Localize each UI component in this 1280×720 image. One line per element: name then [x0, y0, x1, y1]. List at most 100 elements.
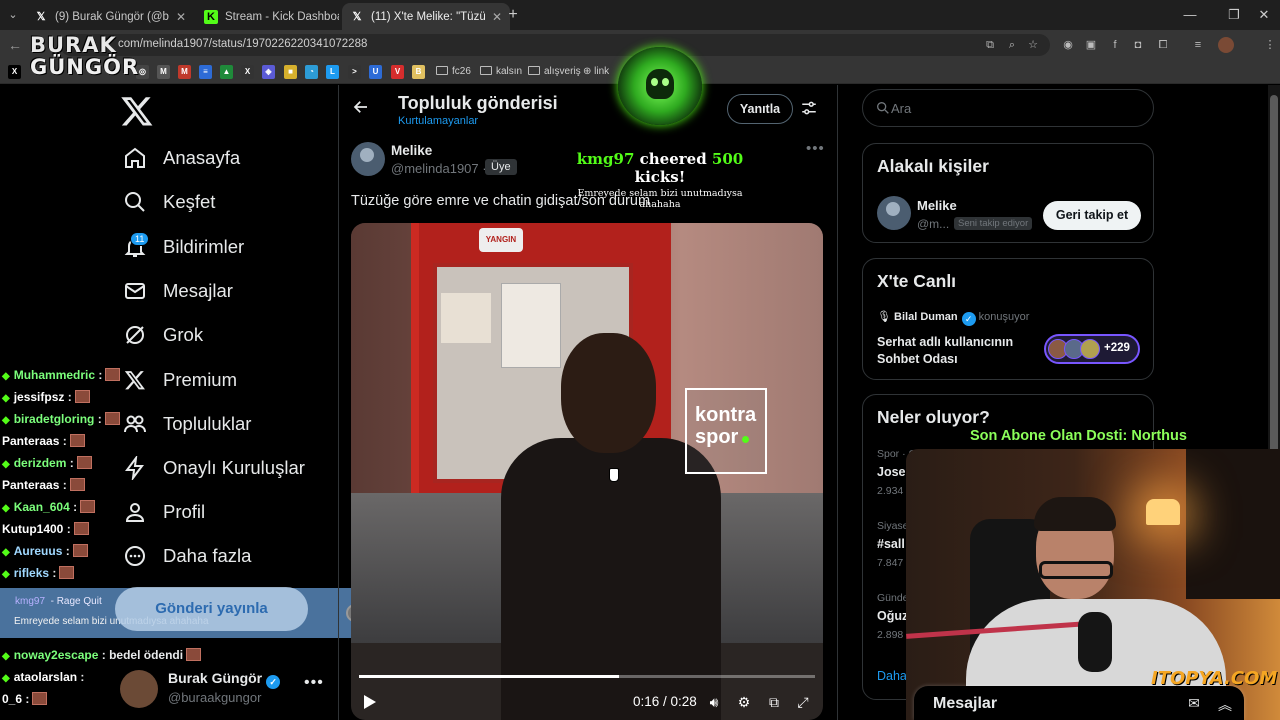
bookmark-star-icon[interactable]: ☆	[1025, 37, 1041, 53]
extension-image-icon[interactable]: ▣	[1083, 37, 1099, 53]
zoom-icon[interactable]: ⌕	[1004, 37, 1020, 53]
bookmark-arrow-icon[interactable]: >	[348, 65, 361, 79]
post-more-icon[interactable]: •••	[806, 140, 825, 157]
extensions-puzzle-icon[interactable]: ⧠	[1155, 37, 1171, 53]
post-author-avatar[interactable]	[351, 142, 385, 176]
community-link[interactable]: Kurtulamayanlar	[398, 115, 478, 127]
reply-button[interactable]: Yanıtla	[727, 94, 793, 124]
bookmark-x2-icon[interactable]: X	[241, 65, 254, 79]
search-box[interactable]: Ara	[862, 89, 1154, 127]
new-tab-button[interactable]: +	[504, 6, 522, 24]
install-app-icon[interactable]: ⧉	[982, 37, 998, 53]
post-author-handle[interactable]: @melinda1907	[391, 161, 479, 176]
bookmark-yellow-icon[interactable]: ■	[284, 65, 297, 79]
avatar[interactable]	[877, 196, 911, 230]
person-head	[561, 333, 656, 453]
verified-badge-icon: ✓	[961, 312, 976, 326]
close-tab-icon[interactable]: ✕	[176, 10, 186, 24]
trend-name[interactable]: Oğuz	[877, 609, 908, 623]
bookmark-v-icon[interactable]: V	[391, 65, 404, 79]
streamer-logo-overlay: BURAK GÜNGÖR	[30, 33, 138, 84]
nav-label: Premium	[163, 369, 238, 390]
bookmark-drive-icon[interactable]: ▲	[220, 65, 233, 79]
chat-user: Panteraas	[2, 478, 60, 492]
minimize-button[interactable]: —	[1172, 0, 1208, 30]
post-video-player[interactable]: YANGIN kontra spor 0:16 / 0:28 🔊︎ ⚙ ⧉ ⤢	[351, 223, 823, 720]
bookmark-u-icon[interactable]: U	[369, 65, 382, 79]
nav-profile[interactable]: Profil	[120, 492, 205, 532]
relevant-name[interactable]: Melike	[917, 198, 957, 213]
nav-verified-orgs[interactable]: Onaylı Kuruluşlar	[120, 448, 305, 488]
back-arrow-icon[interactable]	[352, 98, 370, 118]
close-tab-icon[interactable]: ✕	[492, 10, 502, 24]
chat-line: 0_6 :	[2, 690, 48, 708]
bookmark-folder-fc26[interactable]: fc26	[436, 65, 471, 79]
pip-icon[interactable]: ⧉	[765, 693, 783, 711]
chat-line: ◆ noway2escape : bedel ödendi	[2, 646, 202, 664]
tab-search-dropdown-icon[interactable]: ⌄	[4, 6, 22, 24]
bookmark-link[interactable]: ⊕ link	[583, 65, 609, 79]
messages-drawer[interactable]: Mesajlar ✉ ︽	[914, 686, 1244, 720]
listeners-pill[interactable]: +229	[1044, 334, 1140, 364]
live-space-title[interactable]: Serhat adlı kullanıcının Sohbet Odası	[877, 334, 1037, 368]
post-button[interactable]: Gönderi yayınla	[115, 587, 308, 631]
back-arrow-icon[interactable]: ←	[6, 36, 24, 54]
extension-font-icon[interactable]: f	[1107, 37, 1123, 53]
nav-explore[interactable]: Keşfet	[120, 182, 215, 222]
nav-grok[interactable]: Grok	[120, 315, 203, 355]
nav-messages[interactable]: Mesajlar	[120, 271, 233, 311]
nav-premium[interactable]: Premium	[120, 360, 237, 400]
bookmark-ai-icon[interactable]: ◈	[262, 65, 275, 79]
browser-tab-2[interactable]: K Stream - Kick Dashboard ✕	[196, 3, 364, 30]
post-author-name[interactable]: Melike	[391, 143, 432, 158]
volume-icon[interactable]: 🔊︎	[705, 693, 723, 711]
chat-text: :	[98, 368, 103, 382]
bookmark-cloud-icon[interactable]: ◔	[305, 65, 318, 79]
url-text[interactable]: com/melinda1907/status/19702262203410722…	[118, 38, 367, 50]
chat-line: Panteraas :	[2, 432, 85, 450]
expand-chevron-icon[interactable]: ︽	[1216, 695, 1234, 713]
nav-more[interactable]: Daha fazla	[120, 536, 251, 576]
bookmark-gmail-icon[interactable]: M	[178, 65, 191, 79]
settings-gear-icon[interactable]: ⚙	[735, 693, 753, 711]
emote-icon	[80, 500, 96, 513]
bookmark-folder-kalsin[interactable]: kalsın	[480, 65, 522, 79]
x-home-logo-icon[interactable]	[120, 94, 154, 128]
trend-name[interactable]: #sall	[877, 537, 905, 551]
nav-label: Keşfet	[163, 191, 216, 212]
bookmark-mail-icon[interactable]: M	[157, 65, 170, 79]
browser-menu-icon[interactable]: ⋮	[1262, 37, 1278, 53]
extension-gamepad-icon[interactable]: ◉	[1060, 37, 1076, 53]
browser-profile-avatar[interactable]	[1218, 37, 1234, 53]
sliders-icon[interactable]	[800, 99, 818, 117]
bookmark-folder-alisveris[interactable]: alışveriş	[528, 65, 581, 79]
reading-list-icon[interactable]: ≡	[1190, 37, 1206, 53]
nav-home[interactable]: Anasayfa	[120, 138, 240, 178]
extension-camera-icon[interactable]: ◘	[1130, 37, 1146, 53]
follow-back-button[interactable]: Geri takip et	[1043, 201, 1141, 230]
lightning-icon	[120, 453, 150, 483]
bookmark-docs-icon[interactable]: ≡	[199, 65, 212, 79]
bookmark-b-icon[interactable]: B	[412, 65, 425, 79]
nav-label: Profil	[163, 501, 206, 522]
account-more-icon[interactable]: •••	[304, 674, 324, 692]
folder-icon	[480, 66, 492, 75]
browser-tab-1[interactable]: 𝕏 (9) Burak Güngör (@buraakgungor) ✕	[26, 3, 194, 30]
browser-tab-3-active[interactable]: 𝕏 (11) X'te Melike: "Tüzüğe göre emre ✕	[342, 3, 510, 30]
close-window-button[interactable]: ✕	[1246, 0, 1280, 30]
account-switcher[interactable]: Burak Güngör ✓ @buraakgungor •••	[120, 668, 334, 708]
fullscreen-icon[interactable]: ⤢	[794, 693, 812, 711]
bookmark-x-icon[interactable]: X	[8, 65, 21, 79]
new-message-icon[interactable]: ✉	[1185, 695, 1203, 713]
bookmark-l-icon[interactable]: L	[326, 65, 339, 79]
chat-text: :	[97, 412, 102, 426]
diamond-icon: ◆	[2, 503, 10, 514]
nav-communities[interactable]: Topluluklar	[120, 404, 251, 444]
tab-title: Stream - Kick Dashboard	[225, 10, 339, 23]
chat-text: :	[66, 522, 71, 536]
video-progress-bar[interactable]	[359, 675, 815, 678]
logo-line1: BURAK	[30, 33, 117, 57]
chat-line: ◆ ataolarslan :	[2, 668, 84, 686]
play-icon[interactable]	[363, 694, 377, 710]
emote-icon	[74, 390, 90, 403]
